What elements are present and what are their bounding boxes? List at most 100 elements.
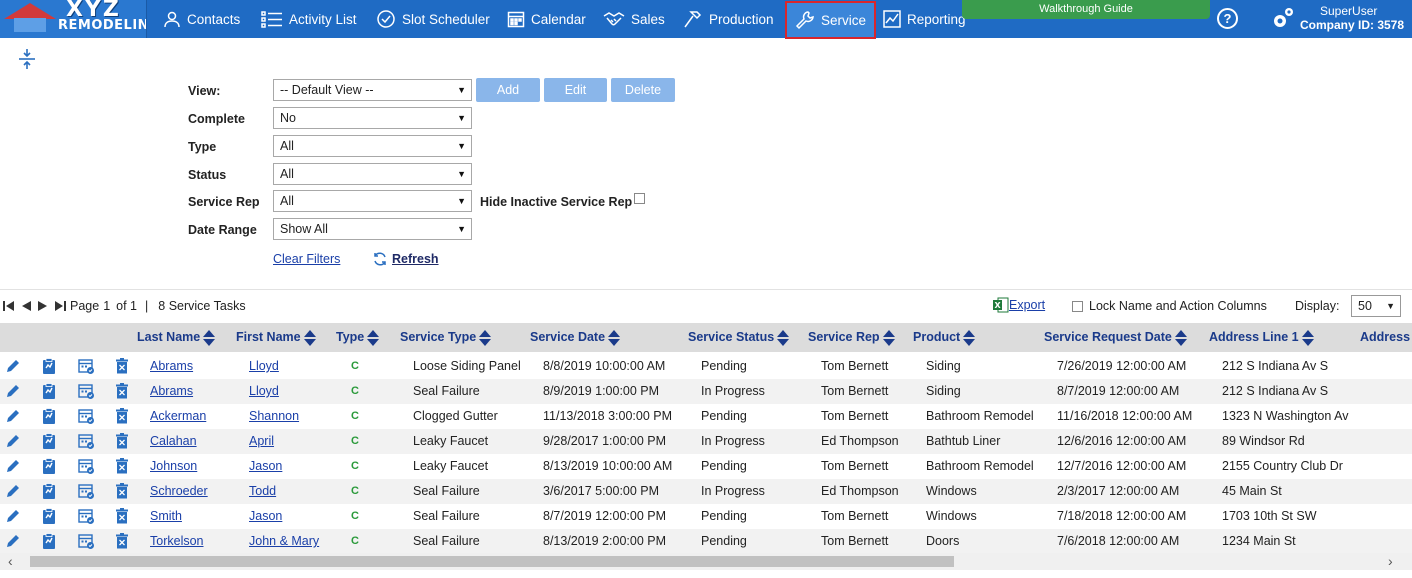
schedule-calendar-icon[interactable] [78, 458, 95, 478]
delete-view-button[interactable]: Delete [611, 78, 675, 102]
schedule-calendar-icon[interactable] [78, 508, 95, 528]
lock-columns[interactable]: Lock Name and Action Columns [1072, 299, 1267, 313]
page-current[interactable]: 1 [103, 299, 110, 313]
delete-icon[interactable] [115, 533, 129, 552]
delete-icon[interactable] [115, 508, 129, 527]
next-page-icon[interactable] [36, 299, 50, 313]
table-row[interactable]: Smith Jason C Seal Failure 8/7/2019 12:00:00… [0, 504, 1412, 529]
nav-contacts[interactable]: Contacts [163, 0, 240, 38]
nav-slot-scheduler[interactable]: Slot Scheduler [376, 0, 490, 38]
edit-icon[interactable] [5, 383, 21, 402]
user-name[interactable]: SuperUser [1320, 4, 1377, 18]
service-clipboard-icon[interactable] [41, 508, 57, 528]
complete-select[interactable]: No ▼ [273, 107, 472, 129]
header-service-date[interactable]: Service Date [530, 323, 621, 352]
previous-page-icon[interactable] [19, 299, 33, 313]
edit-icon[interactable] [5, 408, 21, 427]
header-service-type[interactable]: Service Type [400, 323, 492, 352]
walkthrough-guide-button[interactable]: Walkthrough Guide [962, 0, 1210, 19]
header-type[interactable]: Type [336, 323, 380, 352]
delete-icon[interactable] [115, 458, 129, 477]
company-logo[interactable]: XYZ REMODELING [0, 0, 147, 38]
cell-first-name[interactable]: Jason [249, 454, 282, 479]
type-select[interactable]: All ▼ [273, 135, 472, 157]
nav-calendar[interactable]: Calendar [507, 0, 586, 38]
export-link[interactable]: X Export [993, 297, 1045, 313]
cell-last-name[interactable]: Schroeder [150, 479, 208, 504]
header-service-rep[interactable]: Service Rep [808, 323, 895, 352]
nav-activity-list[interactable]: Activity List [261, 0, 357, 38]
service-clipboard-icon[interactable] [41, 358, 57, 378]
edit-icon[interactable] [5, 458, 21, 477]
header-service-request-date[interactable]: Service Request Date [1044, 323, 1187, 352]
edit-icon[interactable] [5, 483, 21, 502]
edit-icon[interactable] [5, 508, 21, 527]
cell-last-name[interactable]: Ackerman [150, 404, 206, 429]
hide-inactive-checkbox[interactable] [634, 193, 645, 204]
collapse-filters-icon[interactable] [17, 48, 37, 70]
service-clipboard-icon[interactable] [41, 408, 57, 428]
schedule-calendar-icon[interactable] [78, 483, 95, 503]
gears-icon[interactable] [1270, 3, 1296, 33]
scroll-left-icon[interactable]: ‹ [8, 553, 13, 570]
header-address[interactable]: Address [1360, 323, 1410, 352]
schedule-calendar-icon[interactable] [78, 358, 95, 378]
cell-last-name[interactable]: Smith [150, 504, 182, 529]
cell-last-name[interactable]: Calahan [150, 429, 197, 454]
delete-icon[interactable] [115, 433, 129, 452]
delete-icon[interactable] [115, 483, 129, 502]
schedule-calendar-icon[interactable] [78, 408, 95, 428]
refresh-link[interactable]: Refresh [372, 252, 439, 266]
cell-last-name[interactable]: Johnson [150, 454, 197, 479]
service-clipboard-icon[interactable] [41, 383, 57, 403]
cell-last-name[interactable]: Abrams [150, 379, 193, 404]
header-service-status[interactable]: Service Status [688, 323, 790, 352]
service-clipboard-icon[interactable] [41, 533, 57, 553]
cell-first-name[interactable]: John & Mary [249, 529, 319, 554]
scrollbar-thumb[interactable] [30, 556, 954, 567]
nav-production[interactable]: Production [683, 0, 774, 38]
first-page-icon[interactable] [2, 299, 16, 313]
cell-first-name[interactable]: Jason [249, 504, 282, 529]
header-first-name[interactable]: First Name [236, 323, 316, 352]
horizontal-scrollbar[interactable]: ‹ › [0, 553, 1412, 570]
edit-view-button[interactable]: Edit [544, 78, 607, 102]
date-range-select[interactable]: Show All ▼ [273, 218, 472, 240]
last-page-icon[interactable] [53, 299, 67, 313]
delete-icon[interactable] [115, 358, 129, 377]
schedule-calendar-icon[interactable] [78, 533, 95, 553]
cell-last-name[interactable]: Abrams [150, 354, 193, 379]
view-select[interactable]: -- Default View -- ▼ [273, 79, 472, 101]
cell-first-name[interactable]: Lloyd [249, 379, 279, 404]
scroll-right-icon[interactable]: › [1388, 553, 1393, 570]
clear-filters-link[interactable]: Clear Filters [273, 252, 340, 266]
nav-sales[interactable]: Sales [603, 0, 665, 38]
table-row[interactable]: Schroeder Todd C Seal Failure 3/6/2017 5:00:… [0, 479, 1412, 504]
schedule-calendar-icon[interactable] [78, 383, 95, 403]
service-clipboard-icon[interactable] [41, 458, 57, 478]
cell-first-name[interactable]: April [249, 429, 274, 454]
table-row[interactable]: Abrams Lloyd C Loose Siding Panel 8/8/2019 1… [0, 354, 1412, 379]
nav-reporting[interactable]: Reporting [883, 0, 966, 38]
lock-columns-checkbox[interactable] [1072, 300, 1083, 312]
service-clipboard-icon[interactable] [41, 483, 57, 503]
cell-first-name[interactable]: Shannon [249, 404, 299, 429]
delete-icon[interactable] [115, 383, 129, 402]
header-product[interactable]: Product [913, 323, 976, 352]
table-row[interactable]: Abrams Lloyd C Seal Failure 8/9/2019 1:00:00… [0, 379, 1412, 404]
edit-icon[interactable] [5, 533, 21, 552]
header-last-name[interactable]: Last Name [137, 323, 216, 352]
nav-service[interactable]: Service [785, 1, 877, 39]
table-row[interactable]: Torkelson John & Mary C Seal Failure 8/13/20… [0, 529, 1412, 554]
help-icon[interactable]: ? [1217, 8, 1238, 29]
service-clipboard-icon[interactable] [41, 433, 57, 453]
schedule-calendar-icon[interactable] [78, 433, 95, 453]
add-view-button[interactable]: Add [476, 78, 540, 102]
table-row[interactable]: Calahan April C Leaky Faucet 9/28/2017 1:00:… [0, 429, 1412, 454]
header-address-line-1[interactable]: Address Line 1 [1209, 323, 1314, 352]
status-select[interactable]: All ▼ [273, 163, 472, 185]
edit-icon[interactable] [5, 433, 21, 452]
cell-first-name[interactable]: Todd [249, 479, 276, 504]
delete-icon[interactable] [115, 408, 129, 427]
edit-icon[interactable] [5, 358, 21, 377]
